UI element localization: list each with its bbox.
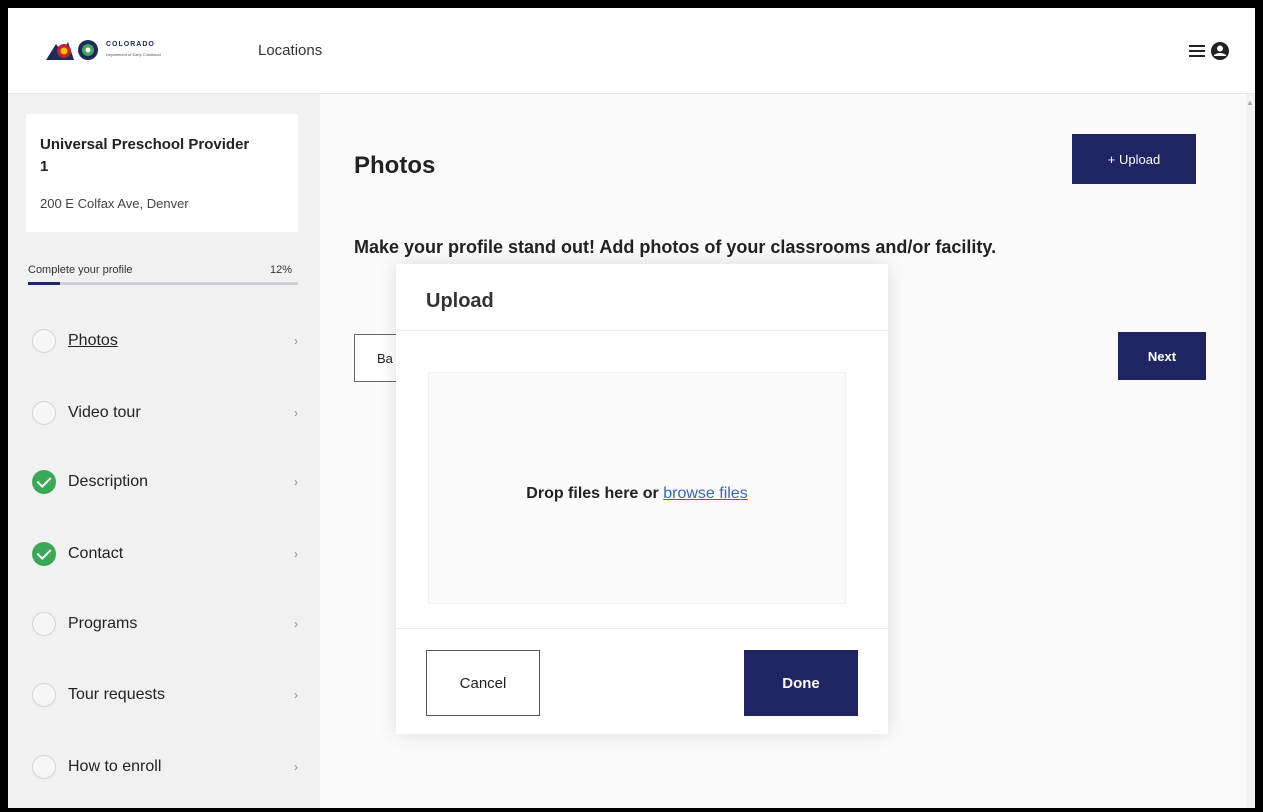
sidebar-item-label: Photos — [68, 332, 118, 349]
progress-label: Complete your profile — [28, 264, 133, 276]
next-button[interactable]: Next — [1118, 332, 1206, 380]
modal-title: Upload — [426, 290, 494, 312]
chevron-right-icon: › — [294, 547, 298, 561]
sidebar-item-tour-requests[interactable]: Tour requests › — [26, 670, 308, 720]
account-icon[interactable] — [1210, 41, 1230, 61]
sidebar-item-description[interactable]: Description › — [26, 457, 308, 507]
sidebar-item-label: How to enroll — [68, 758, 162, 775]
colorado-logo-icon — [46, 40, 98, 60]
upload-button[interactable]: + Upload — [1072, 134, 1196, 184]
sidebar-item-how-to-enroll[interactable]: How to enroll › — [26, 742, 308, 792]
modal-divider — [396, 628, 888, 629]
profile-sidebar: Universal Preschool Provider 1 200 E Col… — [8, 94, 320, 808]
sidebar-item-label: Video tour — [68, 404, 141, 421]
logo-state-text: COLORADO — [106, 41, 155, 48]
app-window: COLORADO Department of Early Childhood L… — [8, 8, 1255, 808]
chevron-right-icon: › — [294, 688, 298, 702]
browse-files-link[interactable]: browse files — [663, 485, 747, 502]
progress-percent: 12% — [270, 264, 293, 276]
dropzone-text: Drop files here or browse files — [429, 485, 845, 503]
incomplete-status-icon — [32, 612, 56, 636]
page-lead-text: Make your profile stand out! Add photos … — [354, 237, 997, 257]
sidebar-item-label: Tour requests — [68, 686, 165, 703]
cancel-button[interactable]: Cancel — [426, 650, 540, 716]
scroll-up-icon[interactable]: ▲ — [1246, 98, 1254, 107]
dropzone-instruction: Drop files here or — [526, 485, 659, 502]
progress-bar — [28, 282, 298, 285]
upload-modal: Upload Drop files here or browse files C… — [396, 264, 888, 734]
page-title: Photos — [354, 152, 436, 179]
done-button[interactable]: Done — [744, 650, 858, 716]
file-dropzone[interactable]: Drop files here or browse files — [428, 372, 846, 604]
modal-divider — [396, 330, 888, 331]
progress-bar-fill — [28, 282, 61, 285]
check-circle-icon — [32, 470, 56, 494]
incomplete-status-icon — [32, 401, 56, 425]
chevron-right-icon: › — [294, 760, 298, 774]
sidebar-item-video-tour[interactable]: Video tour › — [26, 388, 308, 438]
chevron-right-icon: › — [294, 617, 298, 631]
provider-name: Universal Preschool Provider 1 — [40, 136, 250, 175]
sidebar-item-photos[interactable]: Photos › — [26, 316, 308, 366]
colorado-logo[interactable]: COLORADO Department of Early Childhood — [44, 38, 224, 64]
top-header: COLORADO Department of Early Childhood L… — [8, 8, 1255, 94]
sidebar-item-label: Programs — [68, 615, 138, 632]
scrollbar[interactable]: ▲ — [1246, 94, 1255, 808]
provider-address: 200 E Colfax Ave, Denver — [40, 196, 189, 211]
sidebar-item-label: Contact — [68, 545, 124, 562]
incomplete-status-icon — [32, 329, 56, 353]
sidebar-item-label: Description — [68, 473, 149, 490]
chevron-right-icon: › — [294, 475, 298, 489]
sidebar-item-programs[interactable]: Programs › — [26, 599, 308, 649]
logo-department-text: Department of Early Childhood — [106, 52, 161, 57]
menu-icon[interactable] — [1188, 42, 1208, 60]
check-circle-icon — [32, 542, 56, 566]
incomplete-status-icon — [32, 683, 56, 707]
provider-card: Universal Preschool Provider 1 200 E Col… — [26, 114, 298, 232]
chevron-right-icon: › — [294, 334, 298, 348]
chevron-right-icon: › — [294, 406, 298, 420]
incomplete-status-icon — [32, 755, 56, 779]
nav-locations-link[interactable]: Locations — [258, 42, 322, 59]
sidebar-item-contact[interactable]: Contact › — [26, 529, 308, 579]
